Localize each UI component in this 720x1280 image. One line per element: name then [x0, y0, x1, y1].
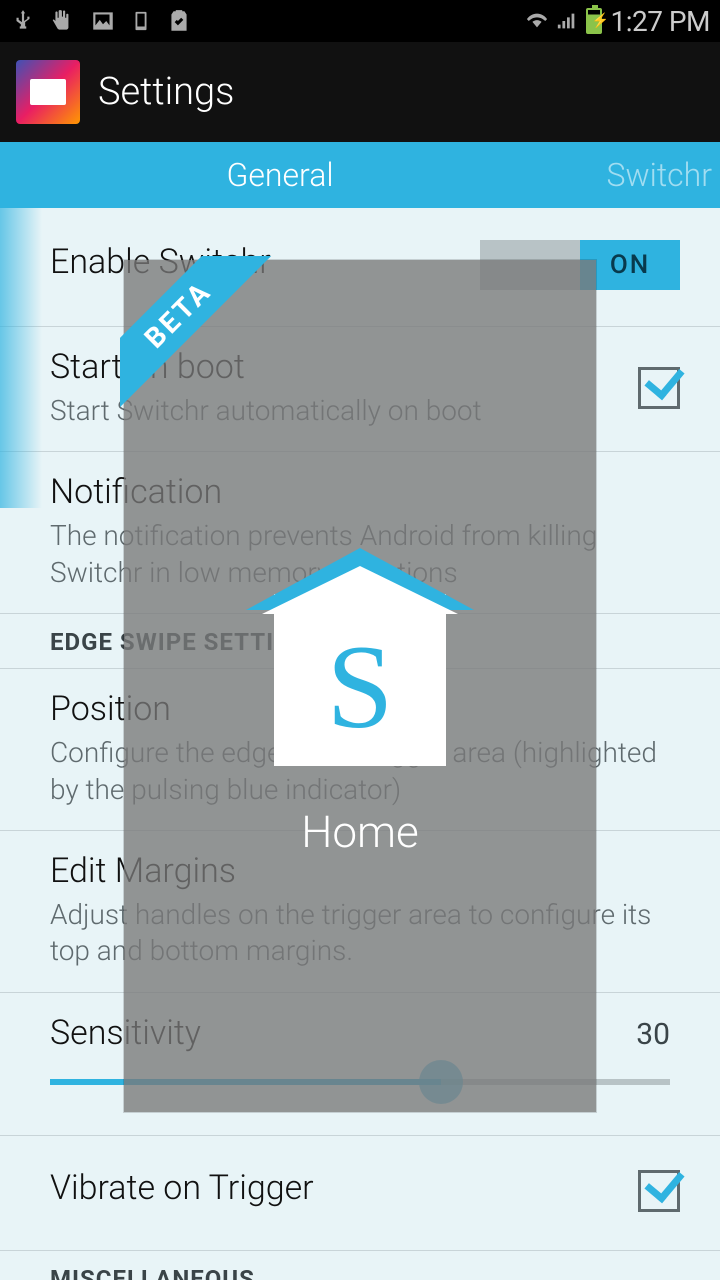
home-app-label: Home	[301, 806, 419, 858]
section-header-misc: MISCELLANEOUS	[0, 1251, 720, 1280]
device-icon	[130, 10, 152, 32]
status-bar: ⚡ 1:27 PM	[0, 0, 720, 42]
app-icon[interactable]	[16, 60, 80, 124]
tab-switchr[interactable]: Switchr	[560, 156, 720, 194]
home-app-icon[interactable]: S	[274, 594, 446, 766]
clipboard-icon	[166, 8, 192, 34]
beta-ribbon: BETA	[120, 256, 280, 416]
tab-general[interactable]: General	[0, 156, 560, 194]
image-icon	[90, 8, 116, 34]
sensitivity-value: 30	[636, 1017, 670, 1052]
switchr-preview-overlay[interactable]: BETA S Home	[124, 260, 596, 1112]
tab-bar: General Switchr	[0, 142, 720, 208]
setting-title: Vibrate on Trigger	[50, 1168, 638, 1208]
setting-vibrate[interactable]: Vibrate on Trigger	[0, 1136, 720, 1251]
checkbox-vibrate[interactable]	[638, 1170, 680, 1212]
battery-icon: ⚡	[586, 8, 602, 34]
hand-icon	[50, 8, 76, 34]
signal-icon	[556, 10, 578, 32]
page-title: Settings	[98, 70, 234, 114]
action-bar: Settings	[0, 42, 720, 142]
status-time: 1:27 PM	[610, 5, 710, 38]
checkbox-start-on-boot[interactable]	[638, 367, 680, 409]
usb-icon	[10, 8, 36, 34]
wifi-icon	[526, 10, 548, 32]
